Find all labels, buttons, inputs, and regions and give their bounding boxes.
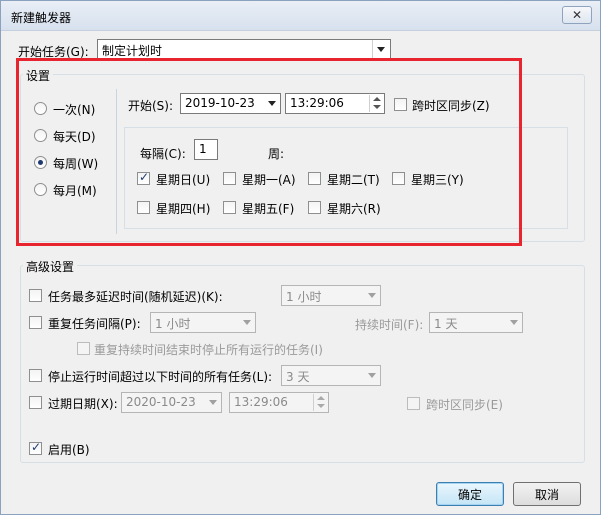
duration-value: 1 天 [434, 317, 458, 331]
ok-button[interactable]: 确定 [436, 482, 504, 506]
chevron-down-icon [368, 293, 376, 298]
begin-task-select[interactable]: 制定计划时 [97, 39, 391, 60]
expire-time-value: 13:29:06 [234, 395, 288, 409]
expire-sync-label: 跨时区同步(E) [426, 398, 503, 412]
stop-all-label: 重复持续时间结束时停止所有运行的任务(I) [94, 343, 323, 357]
duration-select[interactable]: 1 天 [429, 312, 523, 333]
close-icon: ✕ [571, 8, 583, 22]
expire-date-value: 2020-10-23 [126, 395, 196, 409]
delay-value: 1 小时 [286, 290, 322, 304]
expire-sync-checkbox[interactable] [407, 397, 420, 410]
expire-date-picker[interactable]: 2020-10-23 [121, 392, 222, 413]
repeat-checkbox[interactable] [29, 316, 42, 329]
delay-label: 任务最多延迟时间(随机延迟)(K): [48, 290, 223, 304]
enabled-label: 启用(B) [48, 443, 90, 457]
new-trigger-dialog: 新建触发器 ✕ 开始任务(G): 制定计划时 设置 一次(N) 每天(D) 每周… [0, 0, 601, 515]
highlight-box [16, 58, 522, 246]
chevron-down-icon [209, 400, 217, 405]
stop-long-label: 停止运行时间超过以下时间的所有任务(L): [48, 370, 273, 384]
chevron-down-icon [510, 320, 518, 325]
delay-checkbox[interactable] [29, 289, 42, 302]
ok-button-label: 确定 [457, 487, 482, 502]
chevron-down-icon [368, 373, 376, 378]
repeat-select[interactable]: 1 小时 [150, 312, 256, 333]
delay-select[interactable]: 1 小时 [281, 285, 381, 306]
title-bar: 新建触发器 ✕ [1, 1, 600, 31]
spin-up-icon[interactable] [314, 394, 327, 402]
spin-down-icon[interactable] [314, 402, 327, 410]
chevron-down-icon [377, 47, 385, 52]
stop-long-checkbox[interactable] [29, 369, 42, 382]
repeat-label: 重复任务间隔(P): [48, 317, 141, 331]
stop-all-checkbox[interactable] [77, 342, 90, 355]
repeat-value: 1 小时 [155, 317, 191, 331]
expire-label: 过期日期(X): [48, 397, 118, 411]
begin-task-value: 制定计划时 [102, 44, 163, 58]
duration-label: 持续时间(F): [355, 318, 424, 332]
cancel-button-label: 取消 [534, 487, 559, 502]
dialog-title: 新建触发器 [11, 11, 72, 25]
close-button[interactable]: ✕ [562, 6, 592, 24]
spinner-buttons[interactable] [313, 394, 327, 411]
expire-checkbox[interactable] [29, 396, 42, 409]
expire-time-spinner[interactable]: 13:29:06 [229, 392, 329, 413]
stop-long-select[interactable]: 3 天 [281, 365, 381, 386]
chevron-down-icon [243, 320, 251, 325]
enabled-checkbox[interactable] [29, 440, 42, 455]
cancel-button[interactable]: 取消 [513, 482, 581, 506]
advanced-group-title: 高级设置 [23, 258, 78, 275]
stop-long-value: 3 天 [286, 370, 310, 384]
